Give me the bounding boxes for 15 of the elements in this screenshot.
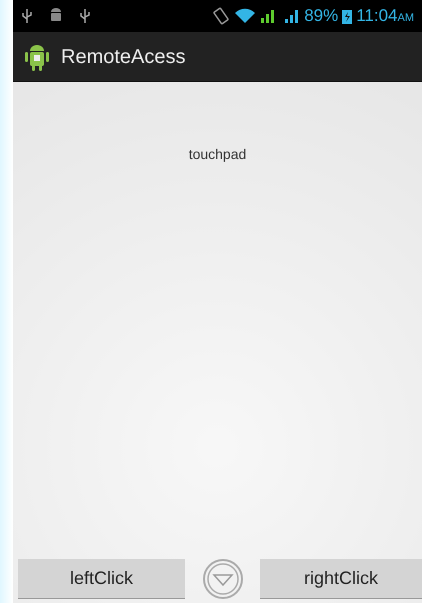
touchpad-label: touchpad [188, 145, 246, 164]
usb-icon [79, 8, 91, 24]
rotate-icon [212, 7, 230, 25]
clock-suffix: AM [398, 10, 414, 26]
app-title: RemoteAcess [61, 44, 186, 70]
signal-icon [260, 8, 276, 24]
battery-icon [342, 8, 352, 24]
clock: 11:04 [356, 5, 398, 28]
right-click-button[interactable]: rightClick [260, 559, 422, 599]
usb-icon [21, 8, 33, 24]
wifi-icon [234, 8, 256, 24]
left-click-button[interactable]: leftClick [18, 559, 185, 599]
signal-icon [284, 8, 300, 24]
dropdown-icon[interactable] [202, 558, 244, 600]
battery-percent: 89% [304, 5, 338, 28]
